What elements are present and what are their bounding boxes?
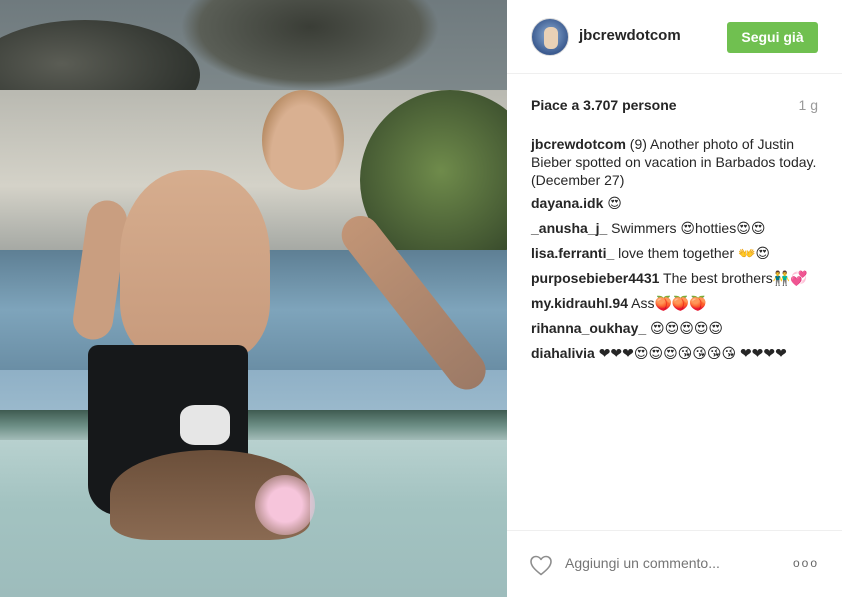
comment-user[interactable]: rihanna_oukhay_	[531, 320, 646, 336]
caption-user[interactable]: jbcrewdotcom	[531, 136, 626, 152]
comment-text: The best brothers👬💞	[663, 270, 808, 286]
list-item: rihanna_oukhay_ 😍😍😍😍😍	[531, 319, 821, 337]
list-item: diahalivia ❤❤❤😍😍😍😘😘😘😘 ❤❤❤❤	[531, 344, 821, 362]
comment-text: Swimmers 😍hotties😍😍	[611, 220, 766, 236]
blurred-face	[255, 475, 315, 535]
heart-icon[interactable]	[529, 554, 553, 576]
follow-button[interactable]: Segui già	[727, 22, 818, 53]
likes-row: Piace a 3.707 persone 1 g	[531, 97, 818, 115]
list-item: my.kidrauhl.94 Ass🍑🍑🍑	[531, 294, 821, 312]
comment-user[interactable]: my.kidrauhl.94	[531, 295, 628, 311]
likes-count[interactable]: Piace a 3.707 persone	[531, 97, 677, 113]
comments-list: jbcrewdotcom (9) Another photo of Justin…	[531, 135, 821, 369]
list-item: dayana.idk 😍	[531, 194, 821, 212]
post-photo[interactable]	[0, 0, 507, 597]
caption: jbcrewdotcom (9) Another photo of Justin…	[531, 135, 821, 189]
list-item: lisa.ferranti_ love them together 👐😍	[531, 244, 821, 262]
person-torso	[120, 170, 270, 360]
shorts-print	[180, 405, 230, 445]
post-age[interactable]: 1 g	[799, 97, 818, 113]
comment-user[interactable]: _anusha_j_	[531, 220, 607, 236]
list-item: _anusha_j_ Swimmers 😍hotties😍😍	[531, 219, 821, 237]
ellipsis-icon[interactable]: ooo	[793, 556, 819, 570]
photo-trees	[180, 0, 440, 90]
post-details-panel: jbcrewdotcom Segui già Piace a 3.707 per…	[507, 0, 842, 597]
comment-bar: ooo	[507, 530, 842, 597]
comment-text: 😍	[607, 195, 622, 211]
avatar-figure	[544, 27, 558, 49]
comment-user[interactable]: dayana.idk	[531, 195, 603, 211]
comment-user[interactable]: lisa.ferranti_	[531, 245, 614, 261]
add-comment-input[interactable]	[565, 555, 765, 571]
username-link[interactable]: jbcrewdotcom	[579, 27, 681, 44]
comment-text: Ass🍑🍑🍑	[631, 295, 707, 311]
comment-user[interactable]: diahalivia	[531, 345, 595, 361]
comment-text: ❤❤❤😍😍😍😘😘😘😘 ❤❤❤❤	[598, 345, 787, 361]
avatar[interactable]	[531, 18, 569, 56]
list-item: purposebieber4431 The best brothers👬💞	[531, 269, 821, 287]
person-head	[262, 90, 344, 190]
comment-text: 😍😍😍😍😍	[650, 320, 724, 336]
comment-user[interactable]: purposebieber4431	[531, 270, 659, 286]
post-header: jbcrewdotcom Segui già	[507, 0, 842, 74]
comment-text: love them together 👐😍	[618, 245, 771, 261]
